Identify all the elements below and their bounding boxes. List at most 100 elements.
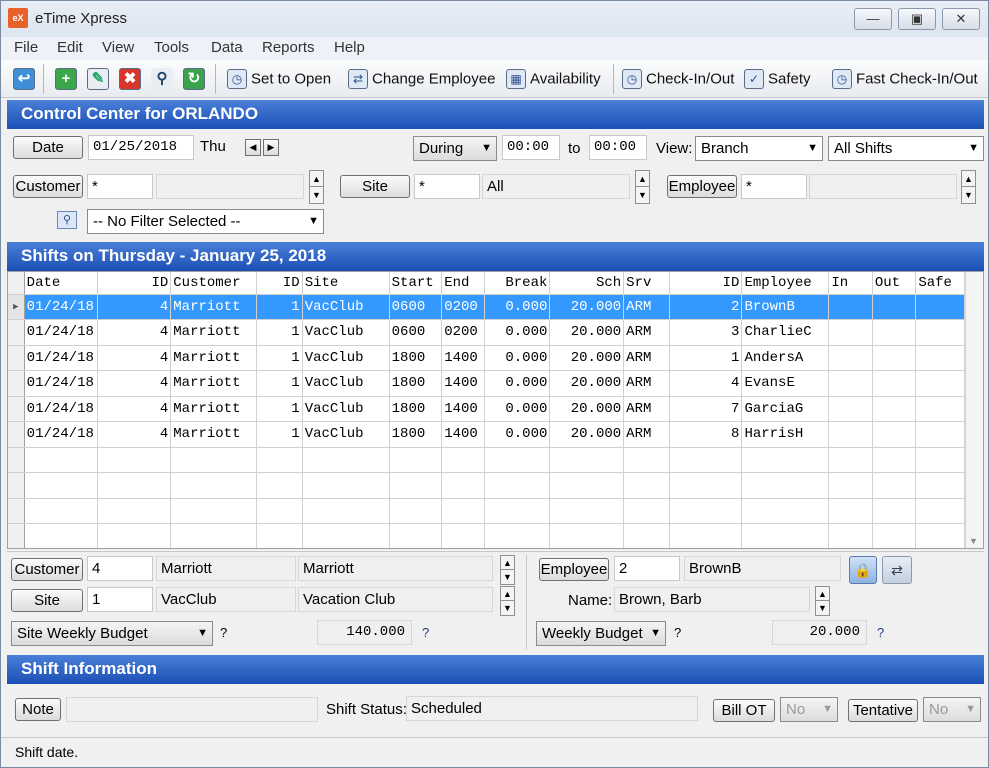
view-select[interactable]: Branch ▼: [695, 136, 823, 161]
tentative-button[interactable]: Tentative: [848, 699, 918, 722]
table-cell[interactable]: 0200: [441, 294, 485, 320]
table-cell[interactable]: Marriott: [170, 396, 258, 422]
table-cell[interactable]: [389, 523, 443, 548]
table-cell[interactable]: [669, 472, 743, 499]
table-cell[interactable]: 01/24/18: [24, 396, 99, 422]
row-selector[interactable]: [8, 319, 25, 346]
table-cell[interactable]: 0.000: [484, 294, 551, 320]
table-cell[interactable]: [302, 498, 390, 524]
table-cell[interactable]: [872, 319, 917, 346]
table-cell[interactable]: CharlieC: [741, 319, 830, 346]
table-cell[interactable]: Marriott: [170, 294, 258, 320]
up-arrow-icon[interactable]: ▲: [816, 587, 829, 601]
table-cell[interactable]: 1400: [441, 345, 485, 371]
menu-reports[interactable]: Reports: [262, 39, 315, 56]
employee-budget-select[interactable]: Weekly Budget ▼: [536, 621, 666, 646]
menu-help[interactable]: Help: [334, 39, 365, 56]
col-out[interactable]: Out: [872, 272, 917, 295]
table-cell[interactable]: 1400: [441, 421, 485, 448]
table-cell[interactable]: 1: [256, 345, 303, 371]
grid-scrollbar[interactable]: ▼: [965, 272, 983, 548]
table-cell[interactable]: AndersA: [741, 345, 830, 371]
col-in[interactable]: In: [828, 272, 873, 295]
tentative-select[interactable]: No ▼: [923, 697, 981, 722]
table-cell[interactable]: [623, 447, 670, 473]
table-cell[interactable]: [828, 370, 873, 397]
table-cell[interactable]: ARM: [623, 370, 670, 397]
col-safe[interactable]: Safe: [915, 272, 965, 295]
table-cell[interactable]: [24, 498, 99, 524]
table-row[interactable]: ▶ 01/24/18 4 Marriott 1 VacClub 0600 0200 0.000 2…: [8, 294, 965, 320]
back-icon[interactable]: ↩: [13, 68, 35, 90]
table-cell[interactable]: [170, 447, 258, 473]
scroll-down-icon[interactable]: ▼: [969, 536, 978, 546]
col-employee[interactable]: Employee: [741, 272, 830, 295]
table-cell[interactable]: 0.000: [484, 319, 551, 346]
col-customer[interactable]: Customer: [170, 272, 258, 295]
detail-site-button[interactable]: Site: [11, 589, 83, 612]
lock-icon[interactable]: 🔒: [849, 556, 877, 584]
date-field[interactable]: 01/25/2018: [88, 135, 194, 160]
table-cell[interactable]: [741, 498, 830, 524]
col-end[interactable]: End: [441, 272, 485, 295]
table-cell[interactable]: [623, 523, 670, 548]
table-cell[interactable]: [623, 498, 670, 524]
table-cell[interactable]: HarrisH: [741, 421, 830, 448]
table-cell[interactable]: [302, 447, 390, 473]
shifts-filter-select[interactable]: All Shifts ▼: [828, 136, 984, 161]
col-srv[interactable]: Srv: [623, 272, 670, 295]
table-cell[interactable]: VacClub: [302, 421, 390, 448]
table-cell[interactable]: [441, 498, 485, 524]
next-day-button[interactable]: ▶: [263, 139, 279, 156]
menu-tools[interactable]: Tools: [154, 39, 189, 56]
table-cell[interactable]: [97, 498, 172, 524]
table-cell[interactable]: [256, 447, 303, 473]
table-cell[interactable]: 3: [669, 319, 743, 346]
table-cell[interactable]: Marriott: [170, 421, 258, 448]
site-budget-select[interactable]: Site Weekly Budget ▼: [11, 621, 213, 646]
table-cell[interactable]: [389, 447, 443, 473]
down-arrow-icon[interactable]: ▼: [501, 570, 514, 584]
table-cell[interactable]: [915, 294, 965, 320]
down-arrow-icon[interactable]: ▼: [962, 187, 975, 203]
table-cell[interactable]: 01/24/18: [24, 345, 99, 371]
table-cell[interactable]: [828, 421, 873, 448]
table-cell[interactable]: BrownB: [741, 294, 830, 320]
table-cell[interactable]: 1: [256, 396, 303, 422]
col-customer-id[interactable]: ID: [97, 272, 172, 295]
menu-file[interactable]: File: [14, 39, 38, 56]
table-cell[interactable]: 7: [669, 396, 743, 422]
row-selector[interactable]: [8, 370, 25, 397]
table-cell[interactable]: [915, 319, 965, 346]
row-selector[interactable]: [8, 523, 25, 548]
prev-day-button[interactable]: ◀: [245, 139, 261, 156]
time-from-field[interactable]: 00:00: [502, 135, 560, 160]
table-cell[interactable]: [549, 498, 625, 524]
table-cell[interactable]: [441, 447, 485, 473]
table-cell[interactable]: 1: [256, 294, 303, 320]
table-cell[interactable]: [170, 523, 258, 548]
table-cell[interactable]: 4: [97, 294, 172, 320]
table-cell[interactable]: [302, 472, 390, 499]
table-row[interactable]: 01/24/18 4 Marriott 1 VacClub 0600 0200 0.000 20…: [8, 319, 965, 346]
table-cell[interactable]: [441, 523, 485, 548]
table-cell[interactable]: 1400: [441, 370, 485, 397]
table-row[interactable]: 01/24/18 4 Marriott 1 VacClub 1800 1400 0.000 20…: [8, 396, 965, 422]
table-cell[interactable]: 20.000: [549, 319, 625, 346]
table-cell[interactable]: [828, 294, 873, 320]
table-cell[interactable]: [872, 294, 917, 320]
table-cell[interactable]: Marriott: [170, 345, 258, 371]
site-spinner[interactable]: ▲ ▼: [635, 170, 650, 204]
date-button[interactable]: Date: [13, 136, 83, 159]
add-icon[interactable]: +: [55, 68, 77, 90]
down-arrow-icon[interactable]: ▼: [636, 187, 649, 203]
table-cell[interactable]: 0.000: [484, 396, 551, 422]
table-cell[interactable]: [549, 523, 625, 548]
table-cell[interactable]: [915, 498, 965, 524]
employee-id-field[interactable]: *: [741, 174, 807, 199]
customer-id-field[interactable]: *: [87, 174, 153, 199]
table-cell[interactable]: 4: [97, 345, 172, 371]
table-cell[interactable]: VacClub: [302, 370, 390, 397]
table-cell[interactable]: [915, 447, 965, 473]
detail-employee-id[interactable]: 2: [614, 556, 680, 581]
